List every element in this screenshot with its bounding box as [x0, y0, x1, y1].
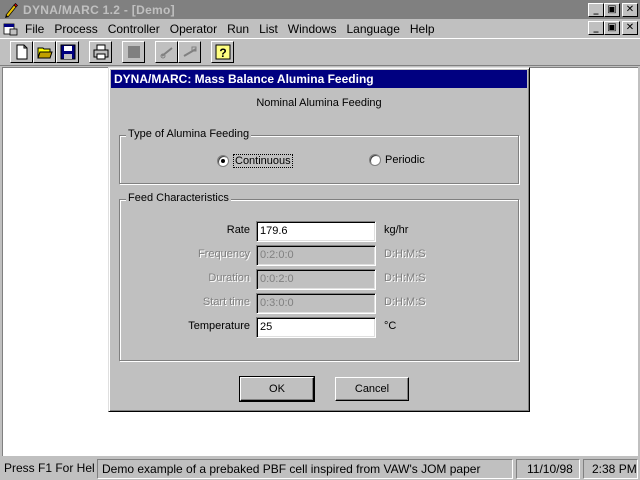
- duration-row: Duration 0:0:2:0 D:H:M:S: [120, 269, 520, 290]
- mdi-document-icon[interactable]: [3, 22, 19, 36]
- cut-icon: [160, 47, 173, 59]
- temperature-label: Temperature: [188, 320, 250, 332]
- dialog-title[interactable]: DYNA/MARC: Mass Balance Alumina Feeding: [111, 70, 527, 88]
- svg-text:?: ?: [219, 46, 226, 60]
- duration-input[interactable]: 0:0:2:0: [256, 269, 376, 290]
- menu-file[interactable]: File: [23, 22, 49, 36]
- minimize-button[interactable]: _: [588, 2, 604, 17]
- mdi-restore-button[interactable]: ▣: [604, 21, 620, 35]
- radio-continuous[interactable]: Continuous: [217, 154, 293, 168]
- alumina-feeding-dialog: DYNA/MARC: Mass Balance Alumina Feeding …: [108, 67, 530, 412]
- status-date: 11/10/98: [516, 459, 580, 479]
- start-time-input[interactable]: 0:3:0:0: [256, 293, 376, 314]
- frequency-unit: D:H:M:S: [384, 248, 426, 260]
- save-disk-icon: [60, 44, 75, 60]
- cancel-button[interactable]: Cancel: [335, 377, 409, 401]
- radio-periodic[interactable]: Periodic: [369, 154, 425, 166]
- radio-periodic-label: Periodic: [385, 154, 425, 166]
- menu-controller[interactable]: Controller: [103, 22, 165, 36]
- close-button[interactable]: ✕: [622, 2, 638, 17]
- menu-windows[interactable]: Windows: [283, 22, 342, 36]
- help-button[interactable]: ?: [211, 41, 234, 63]
- temperature-row: Temperature 25 °C: [120, 317, 520, 338]
- feeding-type-group-label: Type of Alumina Feeding: [126, 128, 252, 140]
- frequency-row: Frequency 0:2:0:0 D:H:M:S: [120, 245, 520, 266]
- app-title-bar[interactable]: DYNA/MARC 1.2 - [Demo] _ ▣ ✕: [0, 0, 640, 19]
- feed-characteristics-group-label: Feed Characteristics: [126, 192, 231, 204]
- cut-button[interactable]: [155, 41, 178, 63]
- menu-language[interactable]: Language: [341, 22, 404, 36]
- status-time: 2:38 PM: [583, 459, 638, 479]
- rate-input[interactable]: 179.6: [256, 221, 376, 242]
- menu-process[interactable]: Process: [49, 22, 102, 36]
- menu-help[interactable]: Help: [405, 22, 440, 36]
- open-button[interactable]: [33, 41, 56, 63]
- temperature-input[interactable]: 25: [256, 317, 376, 338]
- app-pencil-icon: [5, 2, 18, 18]
- feed-characteristics-group: Feed Characteristics Rate 179.6 kg/hr Fr…: [119, 192, 520, 361]
- start-time-label: Start time: [202, 296, 250, 308]
- print-button[interactable]: [89, 41, 112, 63]
- status-message: Demo example of a prebaked PBF cell insp…: [97, 459, 513, 479]
- frequency-input[interactable]: 0:2:0:0: [256, 245, 376, 266]
- menu-list[interactable]: List: [254, 22, 283, 36]
- blank-icon: [127, 46, 140, 58]
- status-help-text: Press F1 For Help: [4, 461, 95, 475]
- start-time-unit: D:H:M:S: [384, 296, 426, 308]
- toolbar: ?: [0, 38, 640, 66]
- open-folder-icon: [36, 47, 53, 59]
- temperature-unit: °C: [384, 320, 397, 332]
- rate-row: Rate 179.6 kg/hr: [120, 221, 520, 242]
- help-icon: ?: [215, 44, 230, 60]
- menu-bar: File Process Controller Operator Run Lis…: [0, 19, 640, 38]
- ok-button[interactable]: OK: [239, 376, 315, 402]
- mdi-minimize-button[interactable]: _: [588, 21, 604, 35]
- feeding-type-group: Type of Alumina Feeding Continuous Perio…: [119, 128, 519, 184]
- radio-continuous-label: Continuous: [233, 154, 293, 168]
- print-icon: [93, 44, 108, 60]
- app-title: DYNA/MARC 1.2 - [Demo]: [23, 2, 175, 17]
- status-bar: Press F1 For Help Demo example of a preb…: [0, 457, 640, 480]
- new-button[interactable]: [10, 41, 33, 63]
- maximize-button[interactable]: ▣: [604, 2, 620, 17]
- start-time-row: Start time 0:3:0:0 D:H:M:S: [120, 293, 520, 314]
- blank-toolbar-button[interactable]: [122, 41, 145, 63]
- new-document-icon: [16, 44, 27, 60]
- radio-unchecked-icon: [369, 154, 381, 166]
- mdi-close-button[interactable]: ✕: [622, 21, 638, 35]
- rate-unit: kg/hr: [384, 224, 409, 236]
- frequency-label: Frequency: [198, 248, 250, 260]
- paste-icon: [182, 46, 197, 57]
- save-button[interactable]: [56, 41, 79, 63]
- menu-run[interactable]: Run: [222, 22, 254, 36]
- rate-label: Rate: [226, 224, 250, 236]
- duration-label: Duration: [208, 272, 250, 284]
- dialog-subtitle: Nominal Alumina Feeding: [256, 97, 382, 109]
- menu-operator[interactable]: Operator: [165, 22, 222, 36]
- radio-checked-icon: [217, 155, 229, 167]
- paste-button[interactable]: [178, 41, 201, 63]
- duration-unit: D:H:M:S: [384, 272, 426, 284]
